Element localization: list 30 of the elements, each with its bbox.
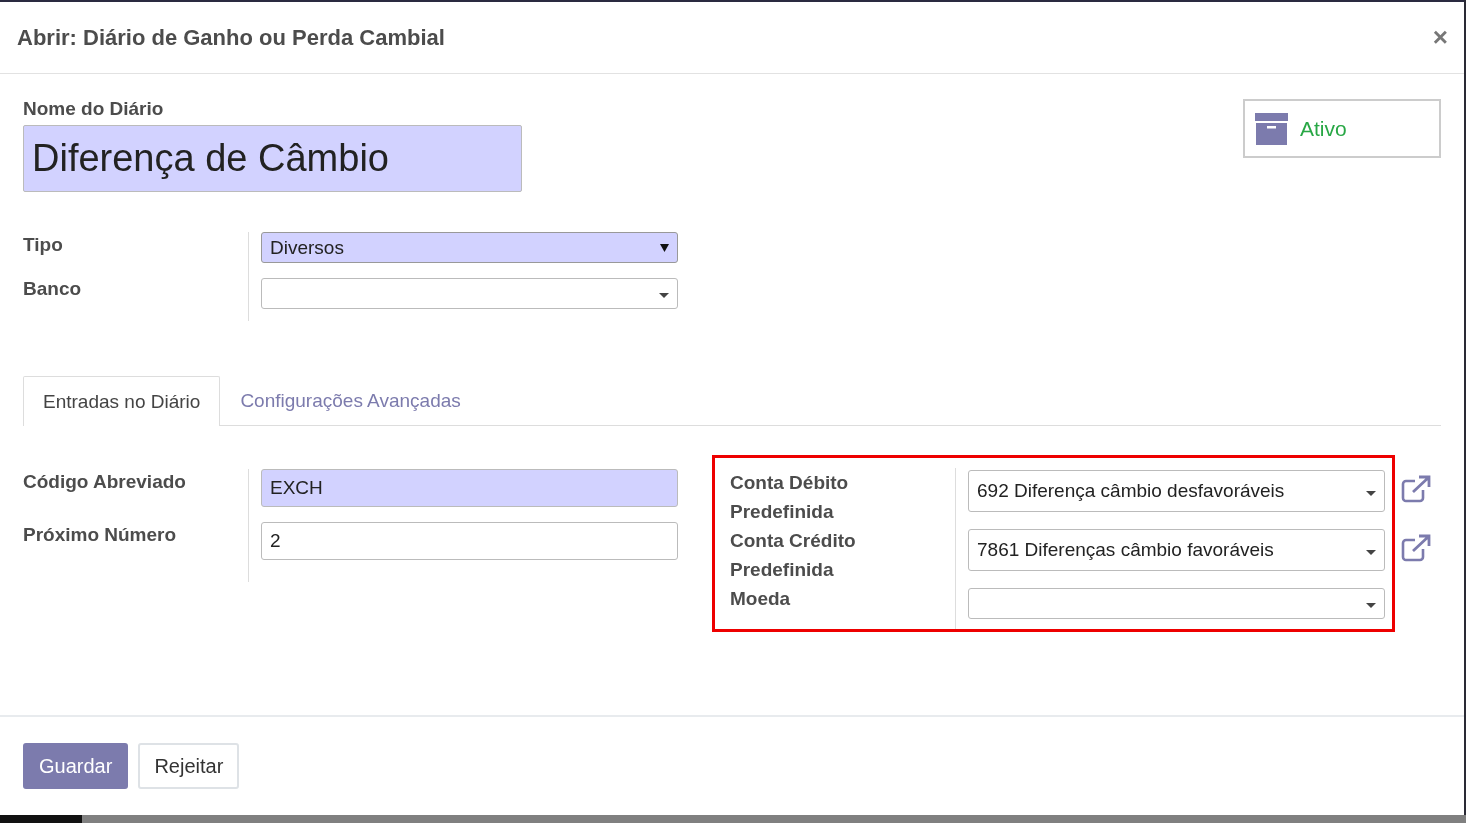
field-label: Código Abreviado (23, 470, 187, 493)
caret-icon (660, 243, 669, 252)
field-label: Conta Débito Predefinida (730, 471, 850, 524)
input-field[interactable]: 2 (261, 522, 678, 560)
field-label: Tipo (23, 233, 64, 256)
dropdown-field[interactable] (261, 278, 678, 309)
dropdown-field[interactable] (968, 588, 1385, 619)
close-button[interactable]: × (1432, 22, 1448, 53)
dropdown-field[interactable]: Diversos (261, 232, 678, 263)
field-label: Moeda (730, 587, 792, 611)
field-label: Conta Crédito Predefinida (730, 529, 857, 582)
field-label: Banco (23, 277, 83, 300)
save-button[interactable]: Guardar (23, 743, 129, 789)
tab[interactable]: Entradas no Diário (23, 376, 221, 426)
dialog-title: Abrir: Diário de Ganho ou Perda Cambial (17, 24, 445, 51)
dropdown-field[interactable]: 7861 Diferenças câmbio favoráveis (968, 529, 1385, 571)
caret-icon (1366, 549, 1376, 555)
caret-icon (1366, 490, 1376, 496)
dropdown-field[interactable]: 692 Diferença câmbio desfavoráveis (968, 470, 1385, 512)
input-field[interactable]: EXCH (261, 469, 678, 507)
external-link-icon[interactable] (1401, 534, 1431, 562)
external-link-icon[interactable] (1401, 475, 1431, 503)
caret-icon (659, 293, 669, 298)
journal-name-field[interactable]: Diferença de Câmbio (23, 125, 522, 192)
discard-button[interactable]: Rejeitar (138, 743, 240, 789)
caret-icon (1366, 603, 1376, 608)
field-label: Nome do Diário (23, 98, 165, 120)
field-label: Próximo Número (23, 523, 178, 546)
archive-icon (1255, 112, 1288, 145)
tab[interactable]: Configurações Avançadas (220, 376, 481, 425)
